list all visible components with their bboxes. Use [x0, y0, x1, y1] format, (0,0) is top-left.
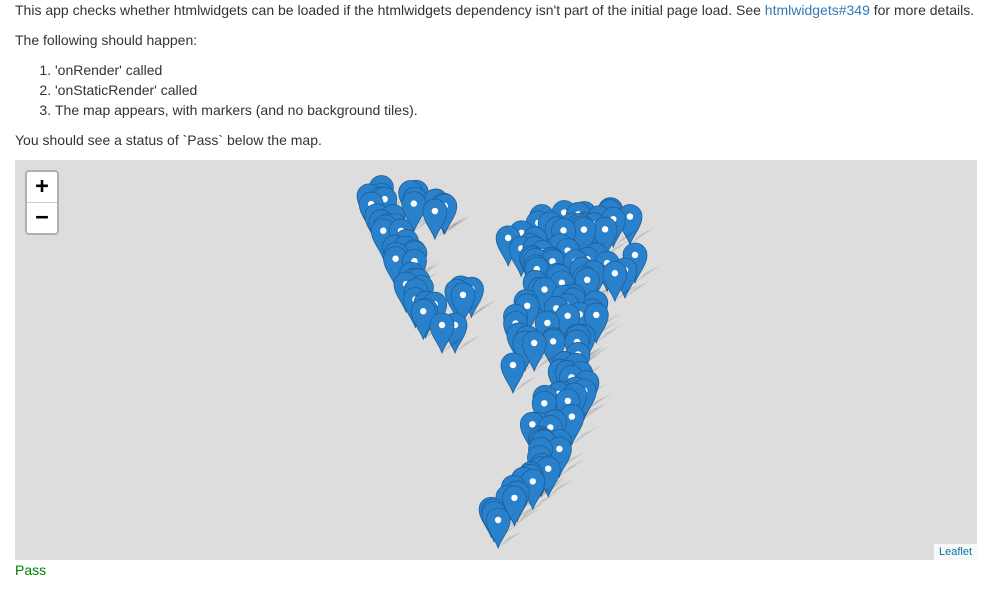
step-item: 'onStaticRender' called [55, 80, 418, 100]
map-attribution: Leaflet [933, 544, 977, 560]
expectations-heading: The following should happen: [15, 32, 198, 48]
htmlwidgets-issue-link[interactable]: htmlwidgets#349 [765, 2, 870, 18]
intro-paragraph: This app checks whether htmlwidgets can … [15, 0, 974, 20]
zoom-out-button[interactable]: − [27, 203, 57, 233]
zoom-control: + − [25, 170, 59, 235]
status-instruction: You should see a status of `Pass` below … [15, 132, 322, 148]
zoom-in-button[interactable]: + [27, 172, 57, 203]
step-item: 'onRender' called [55, 60, 418, 80]
step-item: The map appears, with markers (and no ba… [55, 100, 418, 120]
leaflet-map[interactable]: + − Leaflet [15, 160, 977, 560]
marker-layer [356, 175, 661, 550]
intro-text: This app checks whether htmlwidgets can … [15, 2, 765, 18]
intro-text-after: for more details. [869, 2, 975, 18]
status-text: Pass [15, 562, 47, 578]
leaflet-attribution-link[interactable]: Leaflet [939, 546, 972, 558]
expected-steps-list: 'onRender' called 'onStaticRender' calle… [15, 60, 418, 120]
